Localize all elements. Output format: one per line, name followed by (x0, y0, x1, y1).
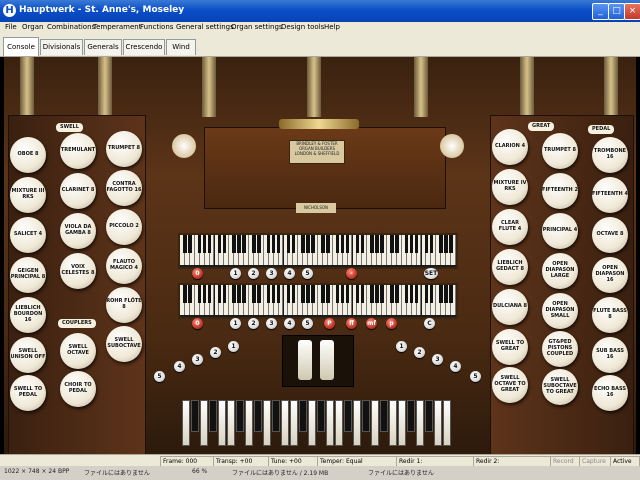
pedal-sharp-key[interactable] (191, 400, 199, 432)
menu-combinations[interactable]: Combinations (47, 23, 95, 31)
pedalboard[interactable] (4, 57, 636, 454)
pedal-key[interactable] (308, 400, 316, 446)
title-bar: H Hauptwerk - St. Anne's, Moseley _ □ × (0, 0, 640, 22)
tab-generals[interactable]: Generals (84, 39, 122, 55)
pedal-key[interactable] (227, 400, 235, 446)
pedal-key[interactable] (290, 400, 298, 446)
pedal-key[interactable] (263, 400, 271, 446)
menu-functions[interactable]: Functions (140, 23, 173, 31)
tab-crescendo[interactable]: Crescendo (123, 39, 165, 55)
info-message-3: ファイルにはありません (368, 470, 434, 477)
pedal-key[interactable] (398, 400, 406, 446)
info-message-1: ファイルにはありません (84, 470, 150, 477)
pedal-key[interactable] (281, 400, 289, 446)
menu-general-settings[interactable]: General settings (176, 23, 234, 31)
menu-design-tools[interactable]: Design tools (281, 23, 324, 31)
tab-divisionals[interactable]: Divisionals (40, 39, 83, 55)
pedal-key[interactable] (326, 400, 334, 446)
pedal-sharp-key[interactable] (272, 400, 280, 432)
menu-organ[interactable]: Organ (22, 23, 43, 31)
pedal-key[interactable] (389, 400, 397, 446)
maximize-button[interactable]: □ (608, 3, 625, 20)
info-zoom: 66 % (192, 468, 208, 475)
pedal-key[interactable] (245, 400, 253, 446)
pedal-sharp-key[interactable] (425, 400, 433, 432)
menu-help[interactable]: Help (324, 23, 340, 31)
viewer-info-bar: 1022 × 748 × 24 BPP ファイルにはありません 66 % ファイ… (0, 466, 640, 480)
info-resolution: 1022 × 748 × 24 BPP (4, 468, 70, 475)
pedal-key[interactable] (218, 400, 226, 446)
tab-console[interactable]: Console (3, 37, 39, 56)
pedal-sharp-key[interactable] (209, 400, 217, 432)
pedal-sharp-key[interactable] (299, 400, 307, 432)
pedal-sharp-key[interactable] (317, 400, 325, 432)
tab-wind[interactable]: Wind (166, 39, 196, 55)
pedal-sharp-key[interactable] (254, 400, 262, 432)
pedal-sharp-key[interactable] (344, 400, 352, 432)
menu-bar: File Organ Combinations Temperament Func… (0, 22, 640, 36)
pedal-key[interactable] (353, 400, 361, 446)
pedal-sharp-key[interactable] (236, 400, 244, 432)
pedal-key[interactable] (434, 400, 442, 446)
pedal-key[interactable] (443, 400, 451, 446)
pedal-key[interactable] (371, 400, 379, 446)
info-message-2: ファイルにはありません / 2.19 MB (232, 470, 329, 477)
pedal-key[interactable] (335, 400, 343, 446)
pedal-key[interactable] (182, 400, 190, 446)
menu-file[interactable]: File (5, 23, 17, 31)
organ-console: BRINDLEY & FOSTER ORGAN BUILDERS LONDON … (4, 57, 636, 454)
menu-temperament[interactable]: Temperament (93, 23, 141, 31)
pedal-key[interactable] (416, 400, 424, 446)
app-icon: H (3, 4, 16, 17)
pedal-sharp-key[interactable] (407, 400, 415, 432)
minimize-button[interactable]: _ (592, 3, 609, 20)
pedal-sharp-key[interactable] (380, 400, 388, 432)
menu-organ-settings[interactable]: Organ settings (231, 23, 283, 31)
pedal-sharp-key[interactable] (362, 400, 370, 432)
window-title: Hauptwerk - St. Anne's, Moseley (19, 5, 185, 15)
close-button[interactable]: × (624, 3, 640, 20)
tab-bar: Console Divisionals Generals Crescendo W… (0, 36, 640, 57)
pedal-key[interactable] (200, 400, 208, 446)
